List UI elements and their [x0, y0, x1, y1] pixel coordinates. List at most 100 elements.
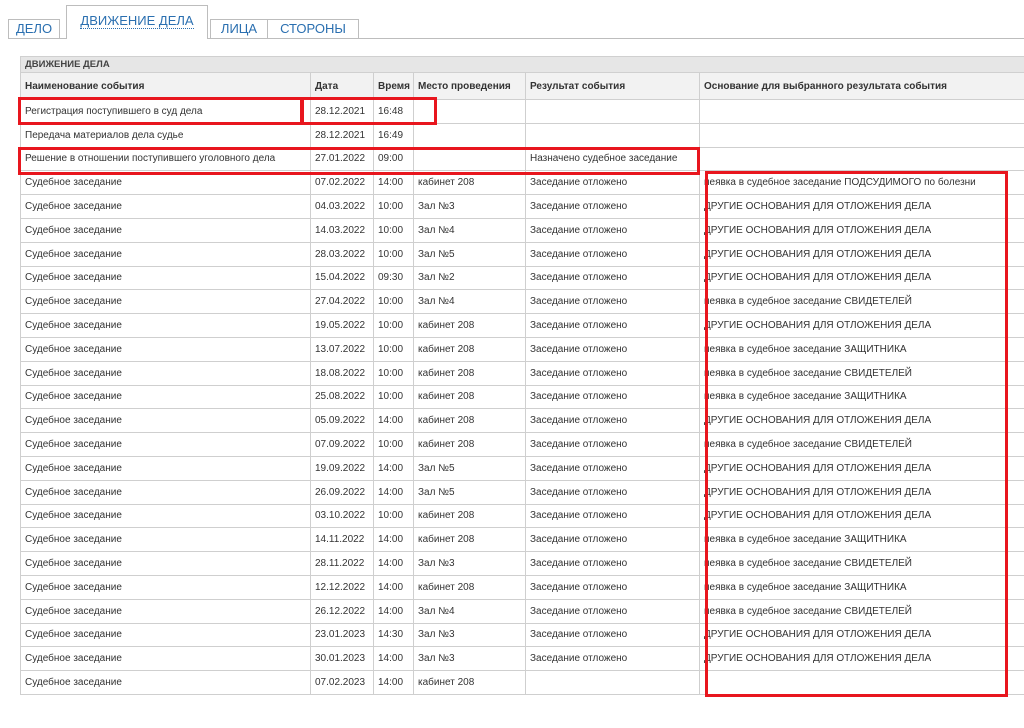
cell-result: Заседание отложено: [525, 170, 700, 196]
cell-reason: ДРУГИЕ ОСНОВАНИЯ ДЛЯ ОТЛОЖЕНИЯ ДЕЛА: [698, 455, 1024, 481]
cell-time: 14:00: [373, 551, 414, 576]
cell-name: Судебное заседание: [20, 622, 311, 648]
table-row: Судебное заседание 19.05.2022 10:00 кабинет…: [20, 313, 1024, 338]
column-header-reason: Основание для выбранного результата собы…: [698, 72, 1024, 100]
cell-name: Судебное заседание: [20, 503, 311, 529]
table-row: Судебное заседание 18.08.2022 10:00 кабинет…: [20, 360, 1024, 386]
cell-name: Судебное заседание: [20, 479, 311, 505]
cell-date: 07.09.2022: [310, 432, 374, 457]
table-header: Наименование события Дата Время Место пр…: [20, 72, 1024, 100]
cell-place: кабинет 208: [413, 503, 526, 529]
table-row: Судебное заседание 25.08.2022 10:00 кабинет…: [20, 384, 1024, 410]
cell-place: Зал №5: [413, 479, 526, 505]
cell-reason: [698, 670, 1024, 695]
table-row: Судебное заседание 12.12.2022 14:00 кабинет…: [20, 574, 1024, 600]
section-title: ДВИЖЕНИЕ ДЕЛА: [20, 56, 1024, 73]
cell-reason: неявка в судебное заседание ЗАЩИТНИКА: [698, 574, 1024, 600]
cell-date: 27.01.2022: [310, 146, 374, 172]
cell-place: кабинет 208: [413, 313, 526, 338]
cell-time: 10:00: [373, 313, 414, 338]
cell-name: Судебное заседание: [20, 408, 311, 434]
cell-date: 25.08.2022: [310, 384, 374, 410]
cell-name: Судебное заседание: [20, 194, 311, 219]
cell-place: [413, 146, 526, 172]
cell-time: 14:00: [373, 670, 414, 695]
cell-result: Заседание отложено: [525, 241, 700, 267]
cell-name: Судебное заседание: [20, 313, 311, 338]
cell-name: Судебное заседание: [20, 574, 311, 600]
cell-reason: неявка в судебное заседание СВИДЕТЕЛЕЙ: [698, 551, 1024, 576]
cell-name: Регистрация поступившего в суд дела: [20, 99, 311, 124]
cell-reason: ДРУГИЕ ОСНОВАНИЯ ДЛЯ ОТЛОЖЕНИЯ ДЕЛА: [698, 622, 1024, 648]
cell-time: 14:00: [373, 408, 414, 434]
table-row: Судебное заседание 14.03.2022 10:00 Зал №4 З…: [20, 217, 1024, 243]
cell-result: [525, 670, 700, 695]
tab-label: ДЕЛО: [15, 21, 53, 36]
cell-name: Судебное заседание: [20, 336, 311, 362]
cell-time: 10:00: [373, 217, 414, 243]
cell-date: 28.11.2022: [310, 551, 374, 576]
cell-time: 10:00: [373, 289, 414, 315]
cell-date: 15.04.2022: [310, 265, 374, 291]
cell-reason: неявка в судебное заседание СВИДЕТЕЛЕЙ: [698, 289, 1024, 315]
cell-place: Зал №4: [413, 598, 526, 624]
cell-name: Судебное заседание: [20, 432, 311, 457]
cell-place: кабинет 208: [413, 670, 526, 695]
cell-reason: неявка в судебное заседание ЗАЩИТНИКА: [698, 336, 1024, 362]
cell-reason: неявка в судебное заседание СВИДЕТЕЛЕЙ: [698, 360, 1024, 386]
cell-result: Назначено судебное заседание: [525, 146, 700, 172]
cell-name: Судебное заседание: [20, 360, 311, 386]
cell-place: кабинет 208: [413, 408, 526, 434]
cell-place: Зал №5: [413, 455, 526, 481]
cell-place: Зал №4: [413, 289, 526, 315]
cell-name: Судебное заседание: [20, 289, 311, 315]
table-row: Судебное заседание 13.07.2022 10:00 кабинет…: [20, 336, 1024, 362]
cell-result: Заседание отложено: [525, 265, 700, 291]
cell-result: [525, 99, 700, 124]
tab-dvizhenie-dela[interactable]: ДВИЖЕНИЕ ДЕЛА: [66, 5, 208, 39]
cell-result: Заседание отложено: [525, 217, 700, 243]
tab-litsa[interactable]: ЛИЦА: [210, 19, 268, 38]
cell-time: 14:00: [373, 598, 414, 624]
cell-date: 14.11.2022: [310, 527, 374, 553]
cell-date: 13.07.2022: [310, 336, 374, 362]
cell-place: кабинет 208: [413, 360, 526, 386]
cell-place: кабинет 208: [413, 384, 526, 410]
cell-reason: ДРУГИЕ ОСНОВАНИЯ ДЛЯ ОТЛОЖЕНИЯ ДЕЛА: [698, 265, 1024, 291]
column-header-date: Дата: [310, 72, 374, 100]
cell-result: Заседание отложено: [525, 622, 700, 648]
cell-place: кабинет 208: [413, 527, 526, 553]
cell-time: 14:00: [373, 646, 414, 672]
table-row: Судебное заседание 26.12.2022 14:00 Зал №4 З…: [20, 598, 1024, 624]
cell-date: 30.01.2023: [310, 646, 374, 672]
cell-result: Заседание отложено: [525, 289, 700, 315]
tab-label: ДВИЖЕНИЕ ДЕЛА: [80, 13, 194, 29]
cell-date: 28.12.2021: [310, 122, 374, 148]
tab-delo[interactable]: ДЕЛО: [8, 19, 60, 38]
cell-date: 27.04.2022: [310, 289, 374, 315]
cell-time: 10:00: [373, 360, 414, 386]
cell-reason: ДРУГИЕ ОСНОВАНИЯ ДЛЯ ОТЛОЖЕНИЯ ДЕЛА: [698, 408, 1024, 434]
cell-reason: неявка в судебное заседание ЗАЩИТНИКА: [698, 527, 1024, 553]
cell-result: Заседание отложено: [525, 455, 700, 481]
cell-name: Судебное заседание: [20, 241, 311, 267]
cell-date: 07.02.2023: [310, 670, 374, 695]
cell-time: 09:30: [373, 265, 414, 291]
tab-storony[interactable]: СТОРОНЫ: [267, 19, 359, 38]
table-row: Судебное заседание 15.04.2022 09:30 Зал №2 З…: [20, 265, 1024, 291]
table-row: Судебное заседание 07.02.2022 14:00 кабинет…: [20, 170, 1024, 196]
cell-date: 07.02.2022: [310, 170, 374, 196]
table-row: Судебное заседание 14.11.2022 14:00 кабинет…: [20, 527, 1024, 553]
table-row: Судебное заседание 04.03.2022 10:00 Зал №3 З…: [20, 194, 1024, 219]
table-row: Судебное заседание 30.01.2023 14:00 Зал №3 З…: [20, 646, 1024, 672]
table-row: Передача материалов дела судье 28.12.2021…: [20, 122, 1024, 148]
cell-name: Судебное заседание: [20, 455, 311, 481]
cell-reason: ДРУГИЕ ОСНОВАНИЯ ДЛЯ ОТЛОЖЕНИЯ ДЕЛА: [698, 503, 1024, 529]
cell-reason: ДРУГИЕ ОСНОВАНИЯ ДЛЯ ОТЛОЖЕНИЯ ДЕЛА: [698, 646, 1024, 672]
column-header-result: Результат события: [525, 72, 700, 100]
cell-date: 05.09.2022: [310, 408, 374, 434]
cell-date: 26.12.2022: [310, 598, 374, 624]
cell-time: 10:00: [373, 336, 414, 362]
cell-place: Зал №2: [413, 265, 526, 291]
cell-place: [413, 99, 526, 124]
